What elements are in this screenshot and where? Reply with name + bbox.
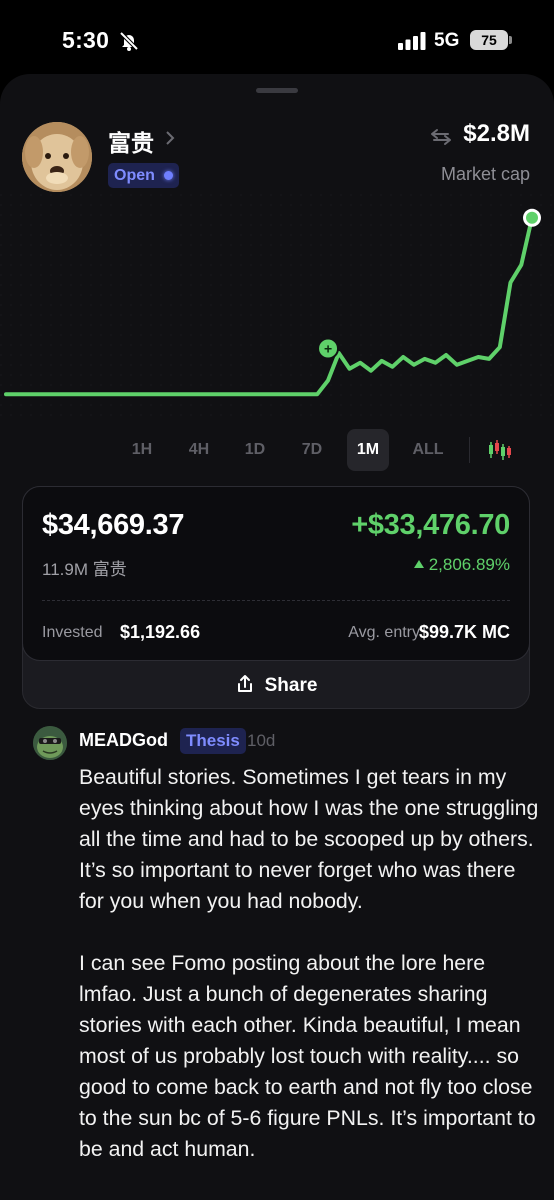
tab-all[interactable]: ALL [408, 429, 448, 471]
frog-avatar-image [33, 726, 67, 760]
comment-paragraph: Beautiful stories. Sometimes I get tears… [79, 765, 539, 913]
current-price-dot [526, 211, 538, 224]
battery-nub [509, 36, 512, 44]
invested-label: Invested [42, 624, 103, 641]
avg-entry-label: Avg. entry [348, 624, 420, 641]
share-label: Share [264, 675, 318, 696]
battery-icon: 75 [470, 30, 508, 50]
market-cap-value: $2.8M [463, 120, 530, 147]
invested-value: $1,192.66 [120, 622, 201, 642]
network-type: 5G [434, 30, 460, 51]
status-badge: Open [108, 163, 179, 188]
buy-marker[interactable]: + [317, 337, 340, 360]
comment-body: Beautiful stories. Sometimes I get tears… [79, 762, 539, 1196]
tab-1h[interactable]: 1H [128, 429, 156, 471]
avg-entry-value: $99.7K MC [418, 622, 510, 642]
tab-7d[interactable]: 7D [297, 429, 327, 471]
timeframe-selector: 1H 4H 1D 7D 1M ALL [0, 429, 554, 471]
candlestick-icon[interactable] [487, 438, 513, 462]
comment-age: 10d [247, 731, 276, 750]
share-icon [237, 675, 252, 692]
pnl-percent-value: 2,806.89% [428, 555, 510, 574]
token-avatar[interactable] [22, 122, 92, 192]
tab-4h[interactable]: 4H [184, 429, 214, 471]
timeframe-divider [469, 437, 470, 463]
status-time: 5:30 [62, 27, 110, 53]
buy-marker-label: + [324, 340, 332, 356]
sheet-grabber[interactable] [256, 88, 298, 93]
price-chart[interactable]: + [0, 194, 554, 424]
tab-1d[interactable]: 1D [241, 429, 269, 471]
comment-author[interactable]: MEADGod [79, 730, 168, 751]
up-arrow-icon [413, 560, 424, 568]
status-bar: 5:30 5G 75 [0, 0, 554, 80]
holdings-amount: 11.9M 富贵 [42, 560, 127, 579]
position-summary: $34,669.37 +$33,476.70 11.9M 富贵 2,806.89… [22, 486, 530, 661]
thesis-badge: Thesis [180, 728, 246, 754]
signal-icon [398, 32, 426, 50]
token-sheet: 富贵 Open $2.8M Market cap + 1H 4H 1D 7D 1… [0, 74, 554, 1200]
dashed-divider [42, 600, 510, 601]
market-cap-label: Market cap [440, 164, 530, 184]
tab-1m[interactable]: 1M [347, 429, 389, 471]
comment-paragraph: I can see Fomo posting about the lore he… [79, 951, 536, 1161]
live-dot-icon [163, 171, 173, 180]
bell-muted-icon [119, 31, 139, 51]
status-badge-label: Open [114, 167, 155, 184]
dog-avatar-image [22, 122, 92, 192]
token-name[interactable]: 富贵 [108, 124, 154, 158]
commenter-avatar[interactable] [33, 726, 67, 760]
share-button[interactable]: Share [23, 663, 529, 709]
chevron-right-icon[interactable] [164, 128, 176, 148]
position-value: $34,669.37 [42, 509, 185, 541]
position-card: $34,669.37 +$33,476.70 11.9M 富贵 2,806.89… [22, 486, 530, 709]
pnl-percent: 2,806.89% [413, 555, 510, 575]
position-pnl: +$33,476.70 [351, 509, 510, 541]
swap-arrows-icon[interactable] [430, 128, 452, 146]
